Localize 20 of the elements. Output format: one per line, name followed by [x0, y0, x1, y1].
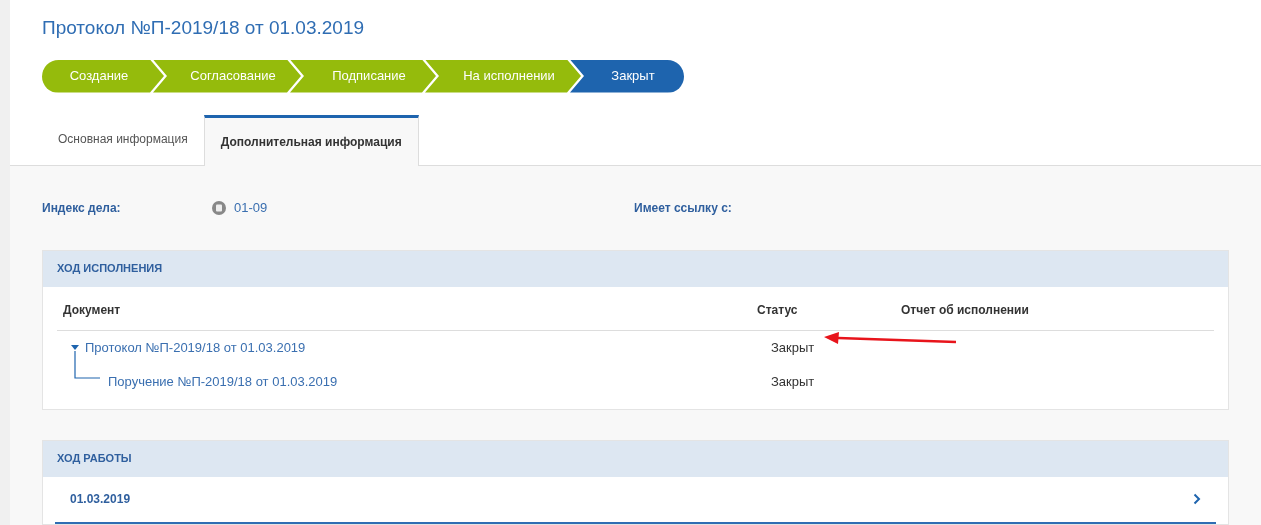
- field-label: Индекс дела:: [42, 199, 122, 217]
- document-icon: [212, 200, 226, 215]
- chevron-right-icon[interactable]: [1193, 493, 1201, 505]
- column-header: Документ: [62, 301, 122, 319]
- panel-header: ХОД ИСПОЛНЕНИЯ: [43, 250, 1228, 287]
- tab[interactable]: Дополнительная информация: [203, 114, 419, 166]
- column-header: Отчет об исполнении: [901, 301, 1029, 319]
- panel-header: ХОД РАБОТЫ: [43, 440, 1228, 477]
- field-label: Имеет ссылку с:: [634, 199, 732, 217]
- document-link[interactable]: Протокол №П-2019/18 от 01.03.2019: [85, 337, 306, 358]
- expand-caret-icon[interactable]: [71, 344, 79, 351]
- tab[interactable]: Основная информация: [42, 113, 204, 165]
- field-value: 01-09: [234, 198, 269, 217]
- status-text: Закрыт: [771, 338, 815, 357]
- column-header: Статус: [757, 301, 799, 319]
- work-date-row[interactable]: 01.03.2019: [55, 476, 1216, 524]
- status-text: Закрыт: [771, 372, 815, 391]
- document-link[interactable]: Поручение №П-2019/18 от 01.03.2019: [108, 371, 338, 392]
- page-title: Протокол №П-2019/18 от 01.03.2019: [42, 16, 366, 40]
- stage-step[interactable]: Закрыт: [570, 59, 684, 93]
